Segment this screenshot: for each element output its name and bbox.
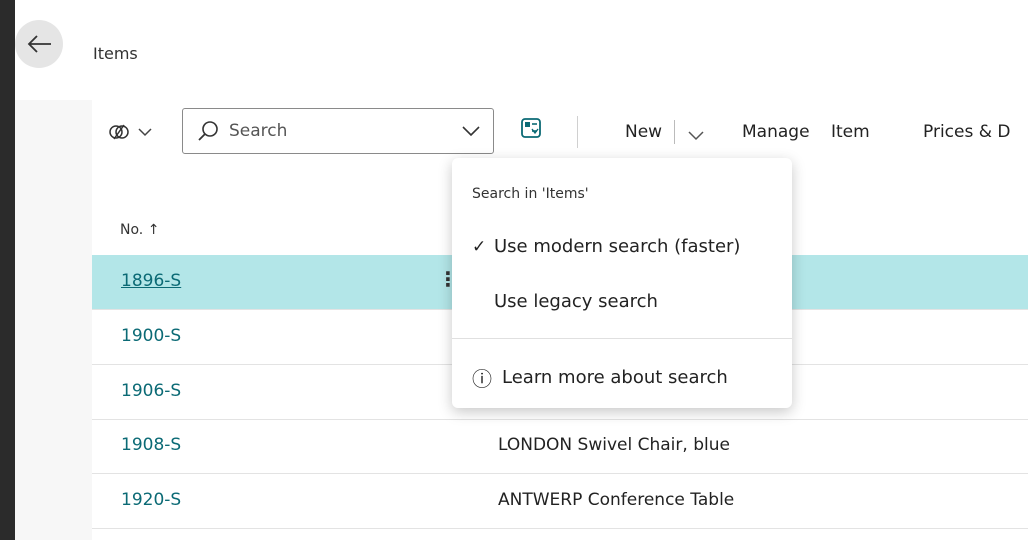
menu-divider <box>452 338 792 339</box>
item-description: ANTWERP Conference Table <box>498 490 735 510</box>
toolbar-divider <box>577 116 578 148</box>
legacy-search-label: Use legacy search <box>494 291 658 312</box>
page-header: Items <box>15 0 1028 100</box>
filter-pane-button[interactable] <box>520 117 542 143</box>
item-no-link[interactable]: 1920-S <box>121 490 181 510</box>
checkmark-icon: ✓ <box>472 236 487 257</box>
chevron-down-icon <box>688 131 704 141</box>
learn-more-search-link[interactable]: ⓘ Learn more about search <box>472 363 728 392</box>
chevron-down-icon <box>462 126 480 137</box>
info-icon: ⓘ <box>472 367 492 391</box>
column-header-no[interactable]: No. ↑ <box>120 222 159 238</box>
learn-more-label: Learn more about search <box>502 367 728 388</box>
table-row[interactable]: 1920-S ANTWERP Conference Table <box>92 474 1028 529</box>
new-split-divider <box>674 120 675 144</box>
legacy-search-option[interactable]: Use legacy search <box>494 291 658 312</box>
filter-pane-icon <box>521 118 541 138</box>
item-no-link[interactable]: 1908-S <box>121 435 181 455</box>
new-dropdown-button[interactable] <box>688 126 704 145</box>
item-no-link[interactable]: 1896-S <box>121 271 181 291</box>
prices-discounts-button[interactable]: Prices & D <box>923 122 1010 142</box>
search-placeholder: Search <box>229 121 288 141</box>
search-input[interactable]: Search <box>182 108 494 154</box>
manage-button[interactable]: Manage <box>742 122 810 142</box>
views-button[interactable] <box>108 122 152 142</box>
views-icon <box>109 124 129 140</box>
back-button[interactable] <box>15 20 63 68</box>
table-row[interactable]: 1908-S LONDON Swivel Chair, blue <box>92 419 1028 474</box>
modern-search-option[interactable]: ✓ Use modern search (faster) <box>472 236 740 257</box>
search-menu-title: Search in 'Items' <box>472 186 589 202</box>
modern-search-label: Use modern search (faster) <box>494 236 741 257</box>
arrow-left-icon <box>27 35 51 53</box>
new-button[interactable]: New <box>625 122 662 142</box>
item-description: LONDON Swivel Chair, blue <box>498 435 730 455</box>
chevron-down-icon <box>138 128 152 137</box>
item-no-link[interactable]: 1906-S <box>121 381 181 401</box>
search-icon <box>198 121 218 141</box>
action-bar: Search New Manage Item Prices & D <box>92 100 1028 164</box>
page-title: Items <box>93 44 138 63</box>
item-no-link[interactable]: 1900-S <box>121 326 181 346</box>
item-button[interactable]: Item <box>831 122 870 142</box>
search-options-menu: Search in 'Items' ✓ Use modern search (f… <box>452 158 792 408</box>
search-options-button[interactable] <box>462 122 480 141</box>
